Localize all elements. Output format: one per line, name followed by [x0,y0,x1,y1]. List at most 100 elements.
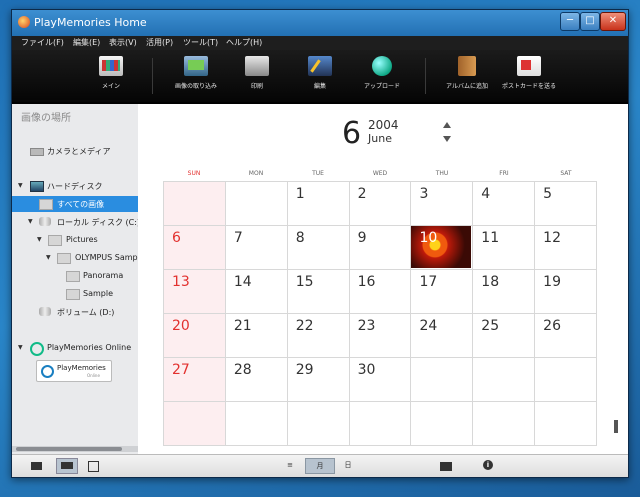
calendar-day-cell[interactable]: 25 [473,314,536,358]
calendar-day-cell[interactable]: 17 [411,270,474,314]
calendar-day-cell[interactable]: 23 [349,314,412,358]
menu-bar: ファイル(F) 編集(E) 表示(V) 活用(P) ツール(T) ヘルプ(H) [12,36,628,50]
menu-use[interactable]: 活用(P) [146,37,173,48]
expand-triangle-icon[interactable]: ▼ [46,254,51,261]
calendar-day-cell[interactable]: 13 [164,270,226,314]
print-button[interactable]: 印刷 [222,56,292,90]
expand-triangle-icon[interactable]: ▼ [18,182,23,189]
map-view-icon[interactable] [86,459,100,472]
calendar-day-cell[interactable]: 10 [411,226,474,270]
calendar-view-icon[interactable] [56,458,78,474]
calendar-day-cell[interactable]: 5 [535,182,598,226]
sidebar-item-local-disk[interactable]: ▼ ローカル ディスク (C:) [12,214,138,230]
close-button[interactable]: ✕ [600,12,626,31]
scrollbar-thumb[interactable] [16,447,122,451]
sidebar-item-camera-media[interactable]: カメラとメディア [12,143,138,159]
menu-tools[interactable]: ツール(T) [183,37,218,48]
calendar-day-cell[interactable]: 14 [225,270,288,314]
calendar-day-cell[interactable]: 16 [349,270,412,314]
minimize-button[interactable]: ─ [560,12,580,31]
main-button[interactable]: メイン [76,56,146,90]
calendar-day-cell[interactable]: 29 [287,358,350,402]
playmemories-online-logo[interactable]: PlayMemories Online [36,360,112,382]
expand-triangle-icon[interactable]: ▼ [18,344,23,351]
calendar-scrollbar-thumb[interactable] [614,420,618,433]
calendar-day-cell[interactable]: 24 [411,314,474,358]
import-button[interactable]: 画像の取り込み [161,56,231,90]
sidebar-item-playmemories-online[interactable]: ▼ PlayMemories Online [12,340,138,356]
calendar-day-cell [473,402,536,446]
info-icon[interactable] [482,459,496,471]
day-number: 1 [295,186,305,202]
main-view-icon [99,56,123,76]
day-number: 12 [543,230,561,246]
calendar-day-cell [473,358,536,402]
print-label: 印刷 [250,83,263,90]
calendar-day-cell[interactable]: 22 [287,314,350,358]
logo-subtext: Online [87,373,100,378]
calendar-week-row: 27 28 29 30 [164,358,598,402]
folder-icon [66,289,80,300]
sidebar-heading: 画像の場所 [21,113,71,124]
calendar-day-cell [164,182,226,226]
calendar-day-cell[interactable]: 30 [349,358,412,402]
all-images-folder-icon [39,199,53,210]
edit-icon [308,56,332,76]
calendar-day-cell[interactable]: 7 [225,226,288,270]
calendar-day-cell[interactable]: 26 [535,314,598,358]
edit-button[interactable]: 編集 [285,56,355,90]
view-all-button[interactable]: ≡ [282,458,298,472]
calendar-day-cell[interactable]: 20 [164,314,226,358]
album-label: アルバムに追加 [446,83,488,90]
sidebar-item-panorama[interactable]: Panorama [12,268,138,284]
next-month-arrow-icon[interactable] [443,136,451,142]
calendar-day-cell[interactable]: 28 [225,358,288,402]
maximize-button[interactable]: □ [580,12,600,31]
send-postcard-button[interactable]: ポストカードを送る [494,56,564,90]
menu-help[interactable]: ヘルプ(H) [226,37,262,48]
upload-button[interactable]: アップロード [347,56,417,90]
day-number: 21 [233,318,252,334]
weekday-sat: SAT [560,170,572,177]
calendar-day-cell[interactable]: 4 [473,182,536,226]
sidebar-item-pictures[interactable]: ▼ Pictures [12,232,138,248]
sidebar-item-olympus-sample[interactable]: ▼ OLYMPUS Sample [12,250,138,266]
add-to-album-button[interactable]: アルバムに追加 [432,56,502,90]
calendar-day-cell[interactable]: 18 [473,270,536,314]
expand-triangle-icon[interactable]: ▼ [28,218,33,225]
sidebar-horizontal-scrollbar[interactable] [12,446,138,452]
menu-file[interactable]: ファイル(F) [21,37,64,48]
view-month-button[interactable]: 月 [305,458,335,474]
calendar-day-cell[interactable]: 19 [535,270,598,314]
calendar-day-cell[interactable]: 11 [473,226,536,270]
folder-view-icon[interactable] [30,459,44,471]
calendar-day-cell[interactable]: 21 [225,314,288,358]
calendar-day-cell[interactable]: 1 [287,182,350,226]
calendar-day-cell[interactable]: 15 [287,270,350,314]
toolbar: メイン 画像の取り込み 印刷 編集 アップロード アルバムに追加 ポストカードを… [12,50,628,104]
previous-month-arrow-icon[interactable] [443,122,451,128]
calendar-day-cell[interactable]: 8 [287,226,350,270]
calendar-day-cell[interactable]: 27 [164,358,226,402]
calendar-week-row: 20 21 22 23 24 25 26 [164,314,598,358]
calendar-day-cell[interactable]: 6 [164,226,226,270]
calendar-day-cell [225,402,288,446]
folder-icon [66,271,80,282]
postcard-icon [517,56,541,76]
menu-edit[interactable]: 編集(E) [73,37,100,48]
sidebar-item-sample[interactable]: Sample [12,286,138,302]
calendar-day-cell[interactable]: 2 [349,182,412,226]
sidebar-item-hard-disk[interactable]: ▼ ハードディスク [12,178,138,194]
expand-triangle-icon[interactable]: ▼ [37,236,42,243]
sidebar-item-volume-d[interactable]: ボリューム (D:) [12,304,138,320]
sidebar-item-all-images[interactable]: すべての画像 [12,196,138,212]
view-day-button[interactable]: 日 [340,458,356,472]
calendar-day-cell[interactable]: 9 [349,226,412,270]
menu-view[interactable]: 表示(V) [109,37,137,48]
day-number: 2 [357,186,367,202]
app-logo-icon [18,16,30,28]
calendar-day-cell[interactable]: 12 [535,226,598,270]
export-icon[interactable] [440,459,454,471]
calendar-day-cell[interactable]: 3 [411,182,474,226]
calendar-day-cell [535,402,598,446]
